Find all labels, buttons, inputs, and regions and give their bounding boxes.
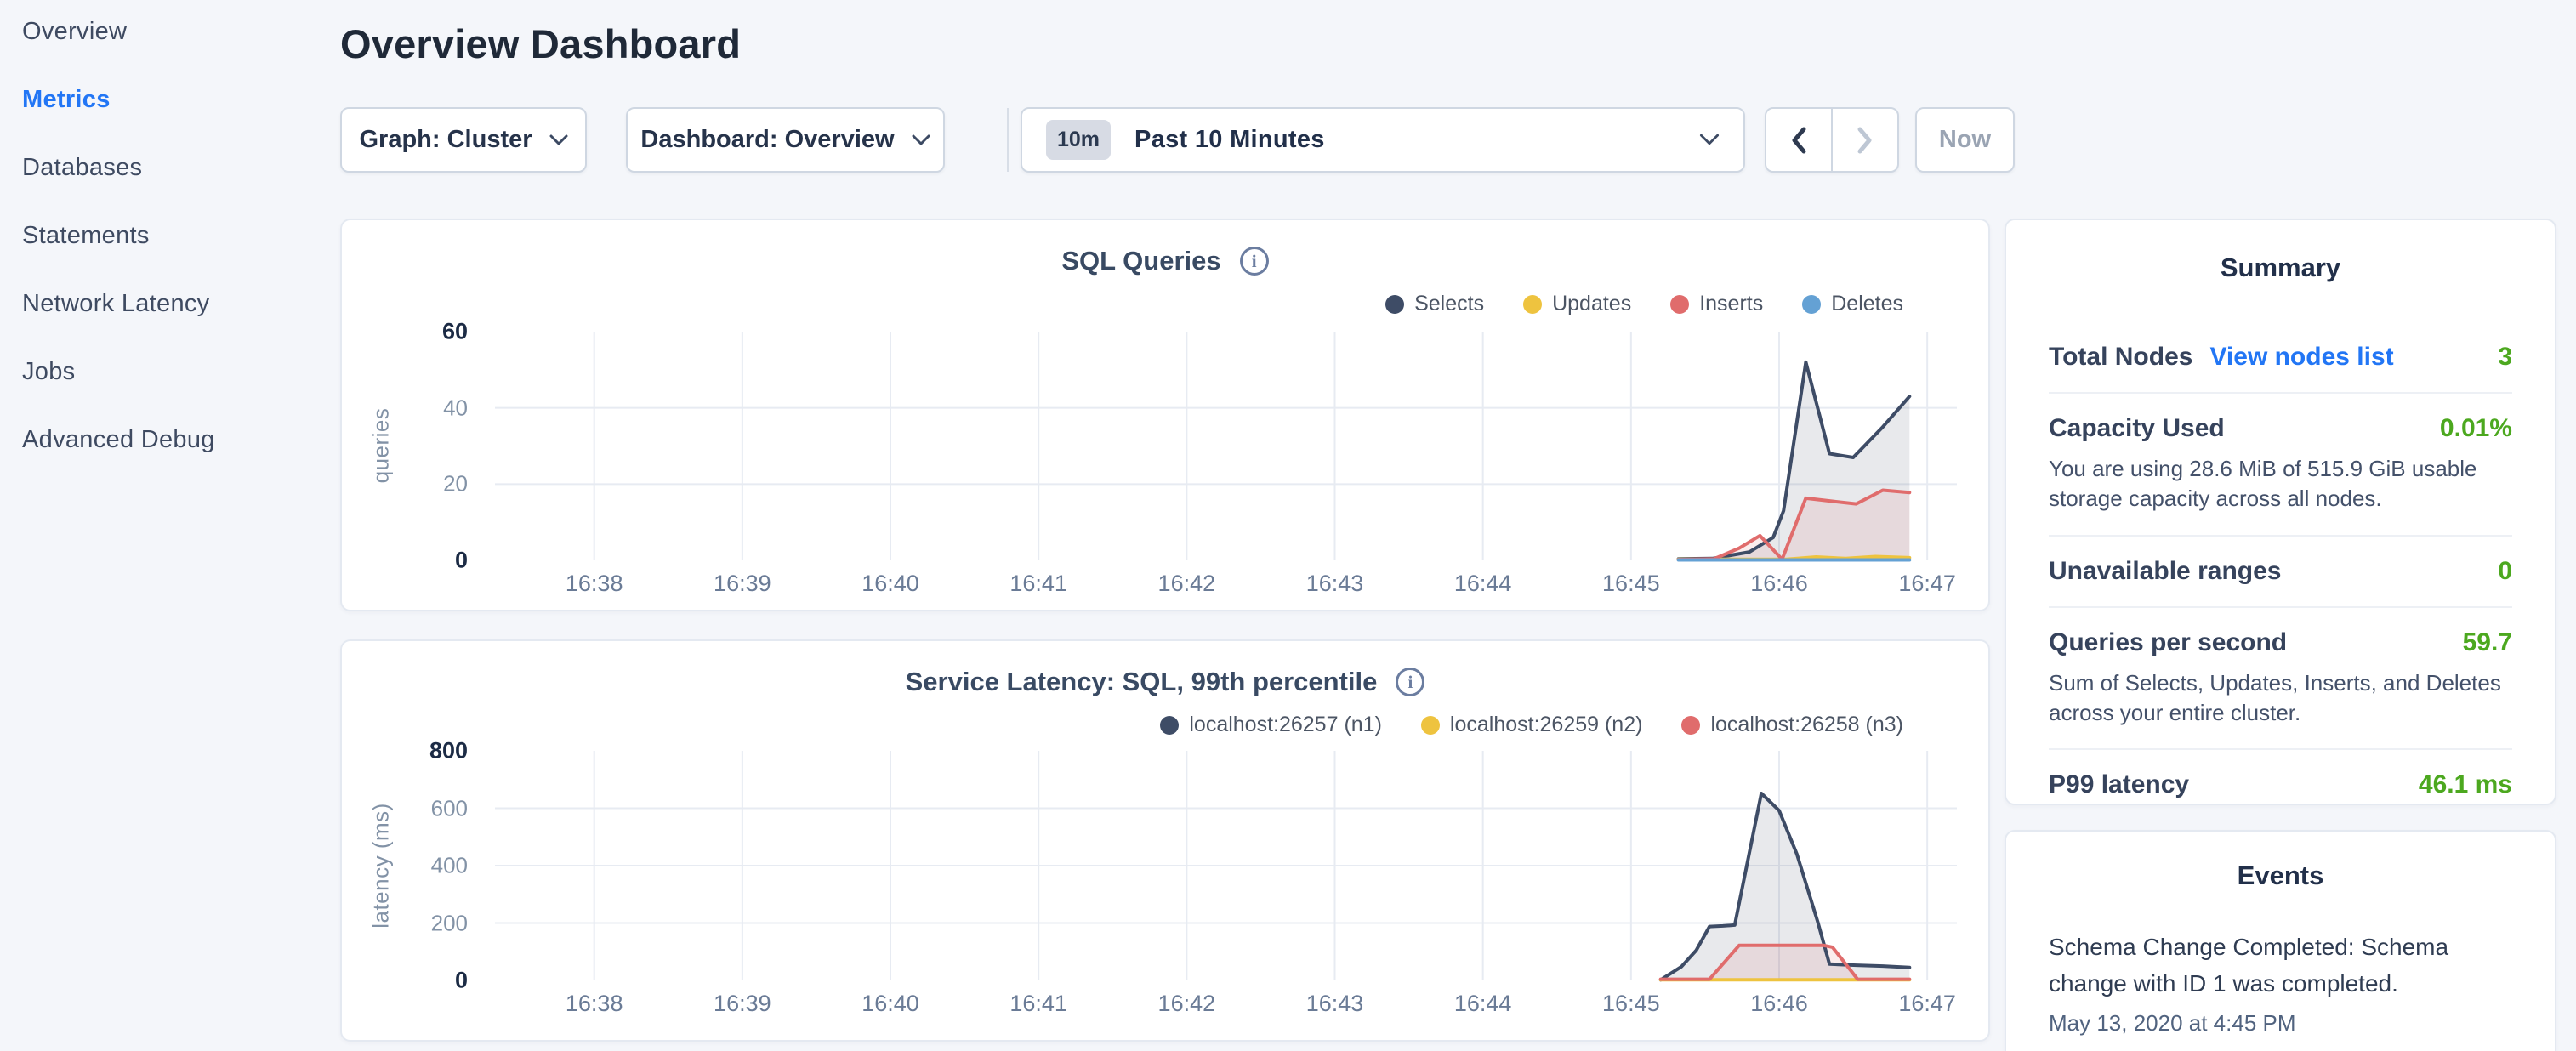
plot-svg: [342, 641, 1988, 1040]
chevron-down-icon: [1699, 134, 1720, 146]
sidebar-item-advanced-debug[interactable]: Advanced Debug: [22, 406, 320, 474]
x-tick: 16:41: [1009, 991, 1067, 1017]
x-tick: 16:46: [1750, 571, 1808, 597]
y-tick: 600: [342, 795, 468, 821]
y-tick: 60: [342, 319, 468, 345]
graph-dropdown-label: Graph: Cluster: [359, 126, 532, 154]
summary-value: 0: [2498, 557, 2512, 586]
x-tick: 16:47: [1898, 991, 1956, 1017]
x-tick: 16:47: [1898, 571, 1956, 597]
summary-description: You are using 28.6 MiB of 515.9 GiB usab…: [2049, 454, 2512, 514]
y-tick: 200: [342, 910, 468, 936]
event-timestamp: May 13, 2020 at 4:45 PM: [2049, 1010, 2512, 1037]
y-tick: 800: [342, 738, 468, 764]
time-range-badge: 10m: [1046, 120, 1111, 160]
chevron-down-icon: [549, 134, 568, 146]
summary-row: Queries per second 59.7 Sum of Selects, Up…: [2049, 606, 2512, 749]
summary-label: Capacity Used: [2049, 414, 2225, 443]
sidebar-item-statements[interactable]: Statements: [22, 202, 320, 270]
x-tick: 16:38: [566, 991, 623, 1017]
x-tick: 16:39: [714, 991, 771, 1017]
y-tick: 40: [342, 395, 468, 421]
summary-row: P99 latency 46.1 ms: [2049, 748, 2512, 805]
summary-row: Total Nodes View nodes list 3: [2049, 322, 2512, 392]
events-list: Schema Change Completed: Schema change w…: [2049, 929, 2512, 1037]
summary-label: Unavailable ranges: [2049, 557, 2281, 586]
x-tick: 16:44: [1454, 571, 1512, 597]
event-item[interactable]: Schema Change Completed: Schema change w…: [2049, 929, 2512, 1037]
summary-card: Summary Total Nodes View nodes list 3 Capac…: [2005, 219, 2556, 805]
summary-value: 46.1 ms: [2419, 770, 2512, 799]
dashboard-dropdown-label: Dashboard: Overview: [640, 126, 894, 154]
x-tick: 16:43: [1306, 571, 1364, 597]
graph-dropdown[interactable]: Graph: Cluster: [340, 107, 587, 173]
chevron-left-icon: [1788, 125, 1810, 156]
summary-rows: Total Nodes View nodes list 3 Capacity Used…: [2049, 322, 2512, 805]
y-tick: 0: [342, 968, 468, 994]
summary-label: Total Nodes: [2049, 343, 2192, 372]
app-root: OverviewMetricsDatabasesStatementsNetwor…: [0, 0, 2576, 1051]
events-card: Events Schema Change Completed: Schema c…: [2005, 830, 2556, 1051]
sidebar: OverviewMetricsDatabasesStatementsNetwor…: [0, 0, 340, 1051]
y-tick: 400: [342, 853, 468, 879]
page-title: Overview Dashboard: [340, 20, 741, 67]
summary-title: Summary: [2049, 253, 2512, 283]
x-tick: 16:44: [1454, 991, 1512, 1017]
x-tick: 16:38: [566, 571, 623, 597]
x-tick: 16:43: [1306, 991, 1364, 1017]
events-title: Events: [2049, 861, 2512, 891]
summary-label: Queries per second: [2049, 628, 2287, 657]
x-tick: 16:42: [1158, 571, 1216, 597]
x-tick: 16:46: [1750, 991, 1808, 1017]
view-nodes-link[interactable]: View nodes list: [2209, 343, 2393, 372]
summary-label: P99 latency: [2049, 770, 2189, 799]
sidebar-item-overview[interactable]: Overview: [22, 0, 320, 65]
next-button[interactable]: [1831, 109, 1897, 171]
chevron-down-icon: [912, 134, 930, 146]
summary-value: 59.7: [2463, 628, 2512, 657]
sql-queries-chart-card: SQL Queries i SelectsUpdatesInsertsDelet…: [340, 219, 1990, 611]
service-latency-chart-card: Service Latency: SQL, 99th percentile i …: [340, 639, 1990, 1042]
x-tick: 16:45: [1602, 991, 1660, 1017]
summary-value: 0.01%: [2440, 414, 2512, 443]
x-tick: 16:45: [1602, 571, 1660, 597]
y-tick: 0: [342, 548, 468, 574]
event-message: Schema Change Completed: Schema change w…: [2049, 929, 2512, 1003]
plot-svg: [342, 220, 1988, 610]
chevron-right-icon: [1854, 125, 1876, 156]
sidebar-item-databases[interactable]: Databases: [22, 134, 320, 202]
dashboard-dropdown[interactable]: Dashboard: Overview: [626, 107, 945, 173]
x-tick: 16:42: [1158, 991, 1216, 1017]
time-range-selector[interactable]: 10m Past 10 Minutes: [1021, 107, 1745, 173]
time-range-label: Past 10 Minutes: [1134, 126, 1325, 154]
sidebar-nav: OverviewMetricsDatabasesStatementsNetwor…: [22, 0, 320, 474]
sidebar-item-jobs[interactable]: Jobs: [22, 338, 320, 406]
sidebar-item-metrics[interactable]: Metrics: [22, 65, 320, 134]
time-step-button-group: [1765, 107, 1899, 173]
x-tick: 16:40: [862, 991, 919, 1017]
summary-row: Unavailable ranges 0: [2049, 535, 2512, 606]
sidebar-item-network-latency[interactable]: Network Latency: [22, 270, 320, 338]
summary-row: Capacity Used 0.01% You are using 28.6 MiB…: [2049, 392, 2512, 535]
summary-description: Sum of Selects, Updates, Inserts, and De…: [2049, 668, 2512, 729]
y-tick: 20: [342, 471, 468, 497]
x-tick: 16:41: [1009, 571, 1067, 597]
summary-value: 3: [2498, 343, 2512, 372]
x-tick: 16:39: [714, 571, 771, 597]
x-tick: 16:40: [862, 571, 919, 597]
now-button[interactable]: Now: [1915, 107, 2015, 173]
toolbar-divider: [1007, 108, 1009, 172]
prev-button[interactable]: [1766, 109, 1831, 171]
